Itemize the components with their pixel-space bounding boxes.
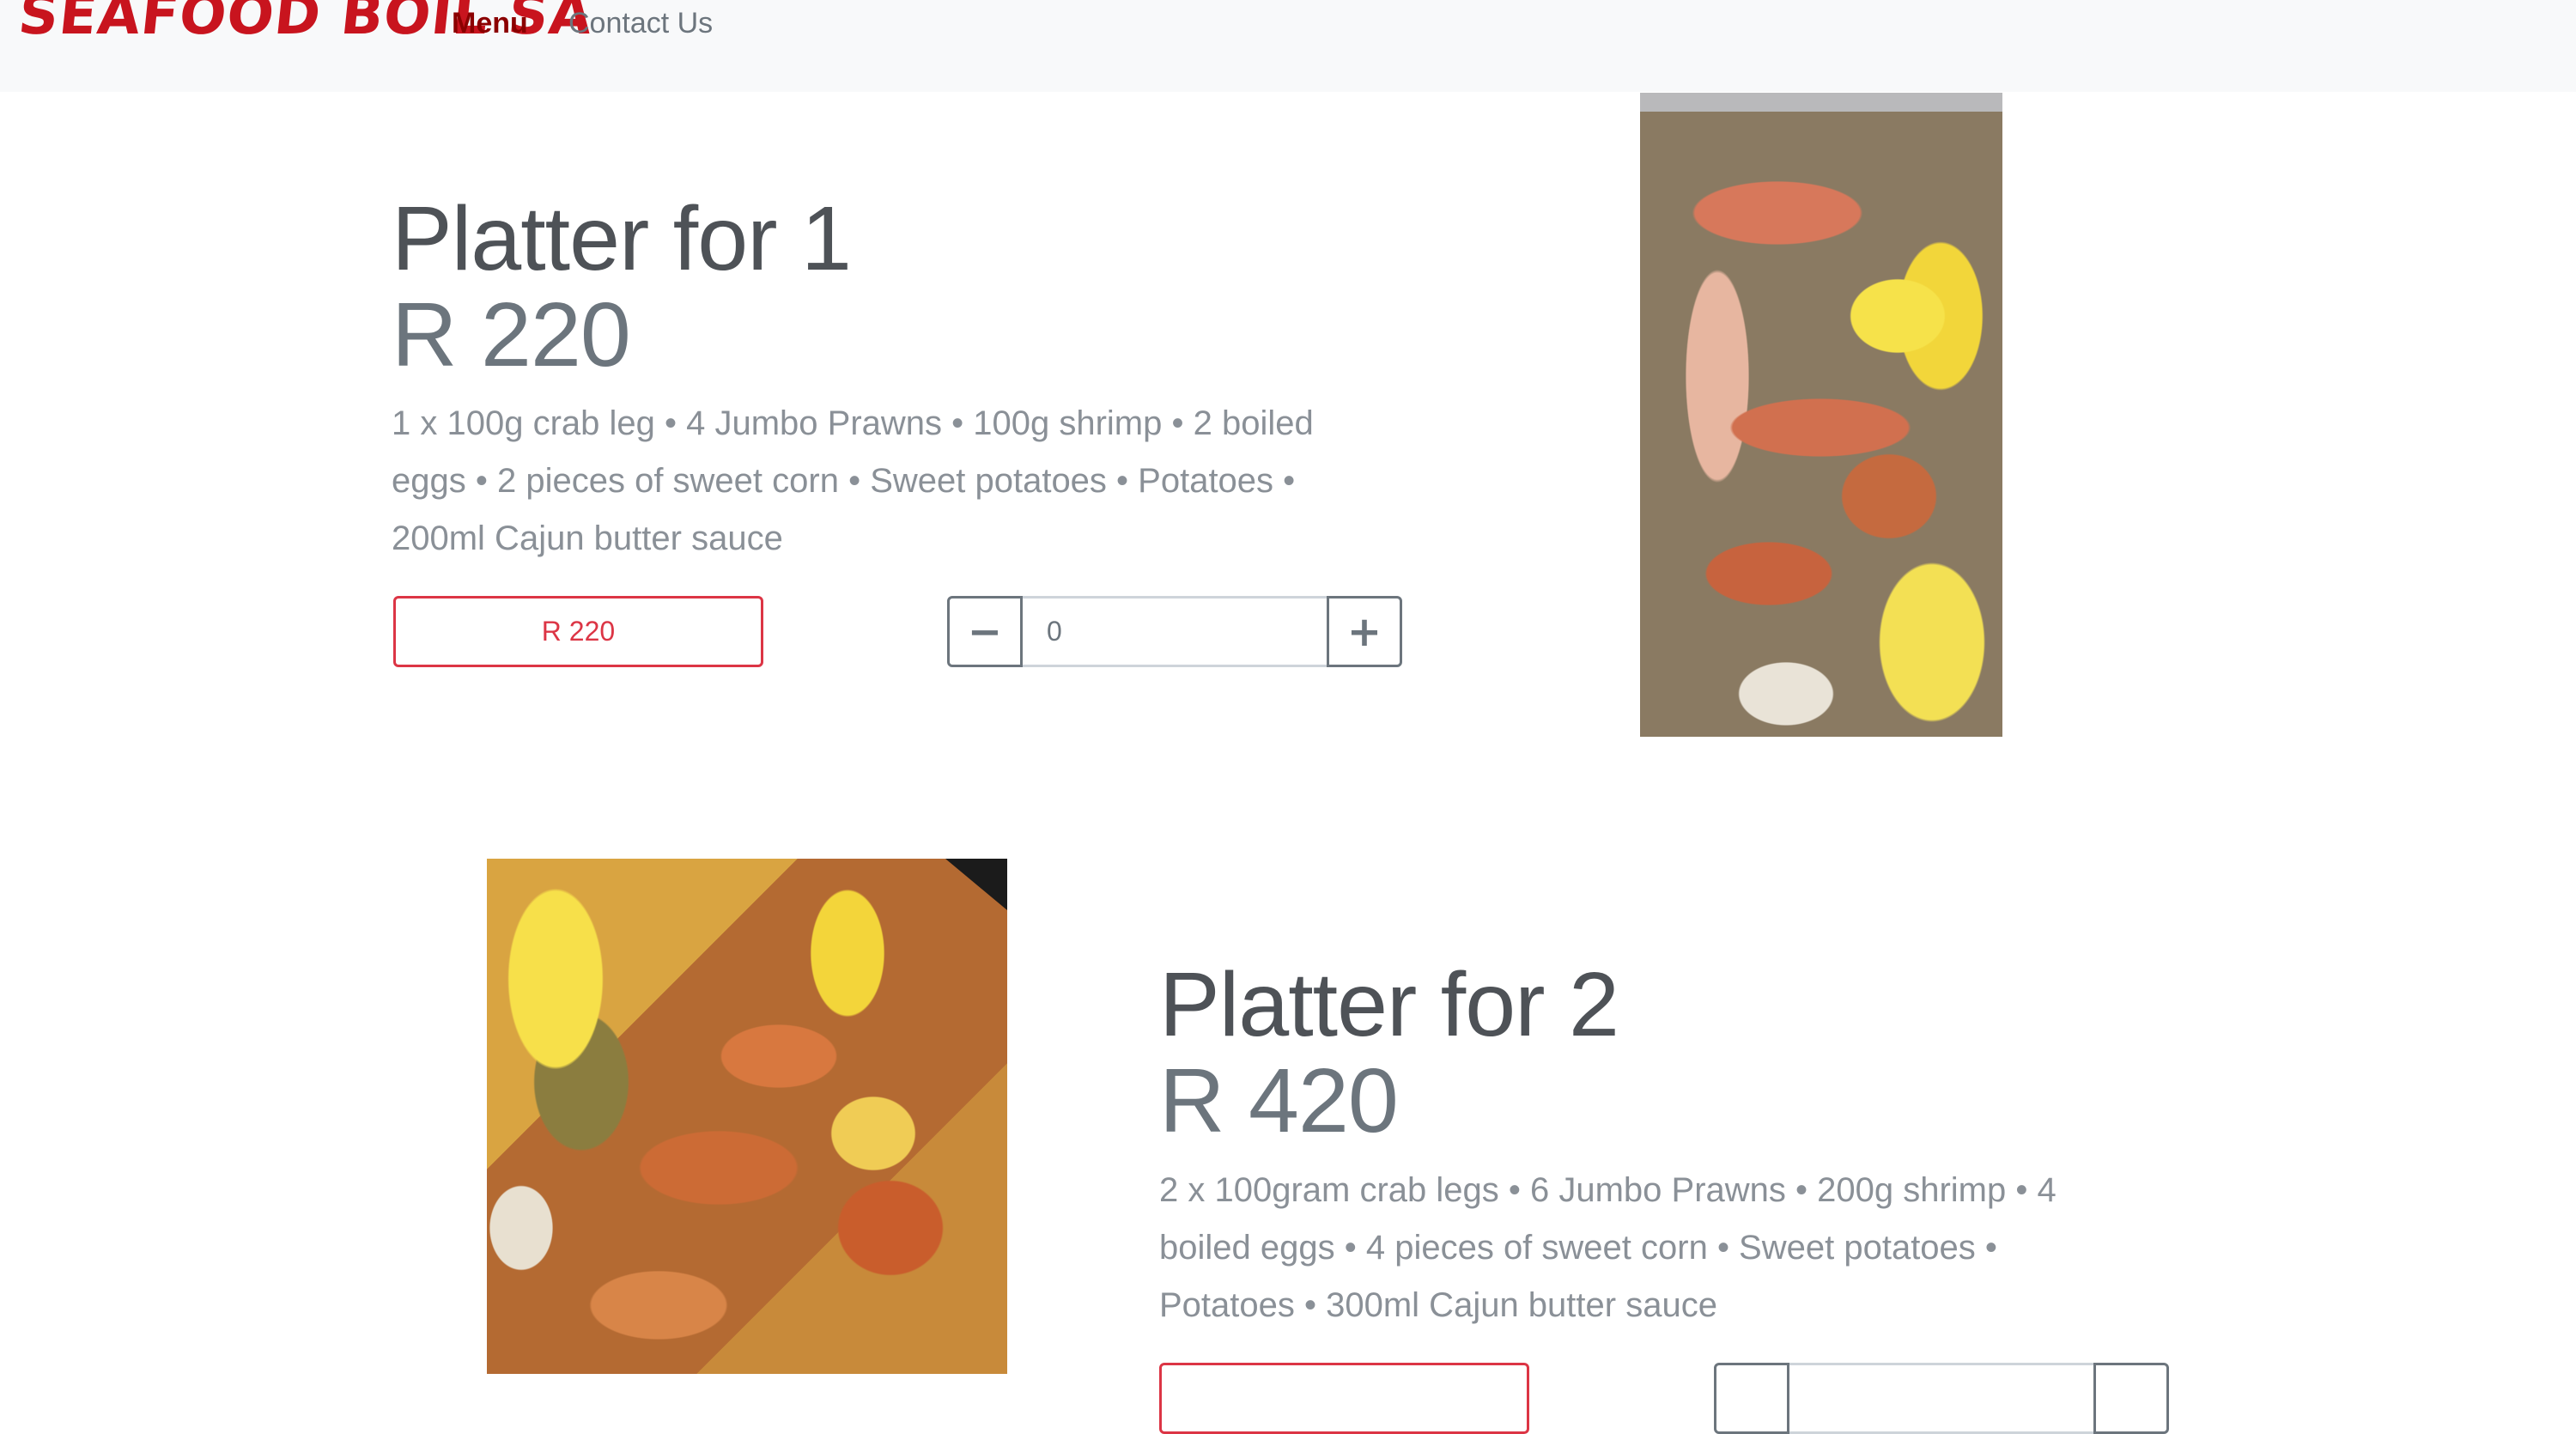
description-line: boiled eggs • 4 pieces of sweet corn • S…: [1159, 1229, 1997, 1267]
description-line: 200ml Cajun butter sauce: [392, 520, 783, 557]
platter-image: [487, 859, 1007, 1374]
minus-icon: −: [967, 607, 1003, 656]
plus-icon: +: [1346, 607, 1382, 656]
description-line: 2 x 100gram crab legs • 6 Jumbo Prawns •…: [1159, 1171, 2057, 1209]
platter-price: R 220: [392, 284, 631, 386]
platter-description: 2 x 100gram crab legs • 6 Jumbo Prawns •…: [1159, 1162, 2190, 1334]
decrease-quantity-button[interactable]: −: [947, 596, 1023, 667]
navbar: SEAFOOD BOIL SA Menu Contact Us: [0, 0, 2576, 92]
quantity-input[interactable]: [1789, 1363, 2093, 1434]
quantity-input[interactable]: [1023, 596, 1327, 667]
increase-quantity-button[interactable]: +: [1327, 596, 1402, 667]
description-line: Potatoes • 300ml Cajun butter sauce: [1159, 1286, 1717, 1324]
platter-title: Platter for 2: [1159, 954, 1619, 1055]
nav-link-menu[interactable]: Menu: [452, 2, 528, 45]
platter-price: R 420: [1159, 1050, 1399, 1151]
quantity-stepper: [1714, 1363, 2169, 1434]
increase-quantity-button[interactable]: [2093, 1363, 2169, 1434]
nav-link-contact-us[interactable]: Contact Us: [568, 2, 713, 45]
quantity-stepper: − +: [947, 596, 1402, 667]
platter-title: Platter for 1: [392, 188, 852, 289]
add-to-cart-button[interactable]: R 220: [393, 596, 763, 667]
add-to-cart-button[interactable]: [1159, 1363, 1529, 1434]
platter-description: 1 x 100g crab leg • 4 Jumbo Prawns • 100…: [392, 395, 1422, 568]
description-line: eggs • 2 pieces of sweet corn • Sweet po…: [392, 462, 1296, 500]
platter-image: [1640, 93, 2002, 737]
decrease-quantity-button[interactable]: [1714, 1363, 1789, 1434]
description-line: 1 x 100g crab leg • 4 Jumbo Prawns • 100…: [392, 404, 1314, 442]
